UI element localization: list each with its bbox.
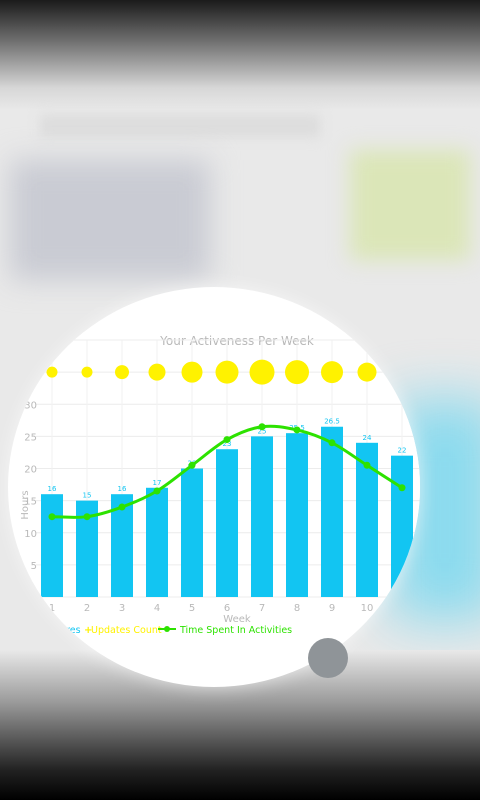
y-tick-label: 40 [24,336,37,347]
legend-scores-label: Scores [49,625,81,636]
y-tick-label: 5 [31,561,37,572]
background-top-shade [0,0,480,110]
time-spent-point [153,487,161,495]
x-tick-label: 10 [361,603,374,614]
score-bar-label: 15 [83,492,92,500]
time-spent-point [118,503,126,511]
update-count-bubble [357,362,377,382]
update-count-bubble [215,360,239,384]
activeness-chart: Your Activeness Per Week 051015202530354… [20,332,420,672]
background-card-left [10,160,210,280]
update-count-bubble [249,359,275,385]
score-bar [181,468,203,597]
time-spent-point [188,461,196,469]
score-bar [321,426,343,597]
x-tick-label: 8 [294,603,300,614]
time-spent-point [363,461,371,469]
score-bar-label: 16 [48,485,57,493]
legend-updates-label: Updates Count [91,625,162,636]
legend-time-label: Time Spent In Activities [179,625,292,636]
spotlight-overlay: Your Activeness Per Week 0 5 10 15 20 25 30 35 4… [8,287,420,687]
score-bar [146,487,168,597]
x-tick-label: 2 [84,603,90,614]
legend-time-dot [164,626,170,632]
score-bar [41,494,63,597]
score-bar-label: 24 [363,434,372,442]
y-tick-label: 25 [24,432,37,443]
x-tick-label: 9 [329,603,335,614]
update-count-bubble [285,360,309,385]
update-count-bubble [81,366,93,378]
background-card-right [350,150,470,260]
time-spent-point [83,513,91,521]
y-axis-ticks: 0510152025303540 [24,336,37,604]
x-axis-label: Week [223,614,251,625]
x-tick-label: 6 [224,603,230,614]
score-bar-label: 26.5 [324,418,340,426]
chart-title: Your Activeness Per Week [159,334,314,348]
x-tick-label: 1 [49,603,55,614]
score-bar [216,449,238,597]
y-tick-label: 0 [31,593,37,604]
update-count-bubble [181,361,203,383]
time-spent-point [258,423,266,431]
score-bar [286,433,308,597]
x-tick-label: 3 [119,603,125,614]
update-count-bubble [46,366,58,378]
update-count-bubble [148,363,166,381]
score-bar [391,455,413,597]
x-tick-label: 4 [154,603,160,614]
update-count-bubble [115,365,129,380]
y-tick-label: 10 [24,529,37,540]
score-bar-label: 22 [398,447,407,455]
update-count-bubble [394,364,410,381]
legend-scores-swatch [38,625,46,633]
time-spent-point [398,484,406,492]
score-bar-label: 17 [153,479,162,487]
time-spent-point [293,426,301,434]
x-tick-label: 7 [259,603,265,614]
y-tick-label: 35 [24,368,37,379]
y-axis-label: Hours [20,490,31,519]
x-tick-label: 5 [189,603,195,614]
x-tick-label: 11 [396,603,409,614]
y-tick-label: 30 [24,400,37,411]
time-spent-point [223,436,231,444]
background-header-blur [40,115,320,137]
floating-action-button[interactable] [308,638,348,678]
update-count-bubble [321,361,343,384]
score-bar-label: 16 [118,485,127,493]
y-tick-label: 20 [24,465,37,476]
time-spent-point [328,439,336,447]
time-spent-point [48,513,56,521]
score-bar [251,436,273,597]
